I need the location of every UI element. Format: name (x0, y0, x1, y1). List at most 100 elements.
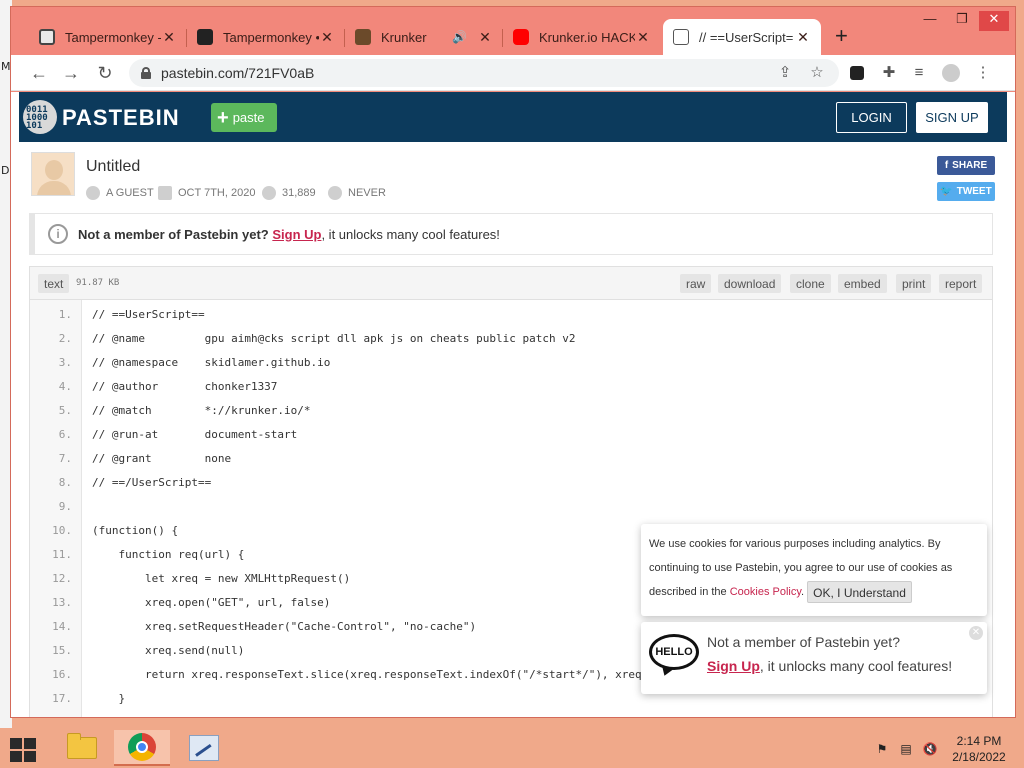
tab-krunker[interactable]: Krunker 🔊 ✕ (345, 19, 503, 55)
address-bar[interactable]: pastebin.com/721FV0aB (129, 59, 839, 87)
cookies-policy-link[interactable]: Cookies Policy (730, 586, 801, 598)
chrome-icon (128, 733, 156, 761)
tampermonkey-dark-icon (197, 29, 213, 45)
twitter-tweet-button[interactable]: 🐦 TWEET (937, 182, 995, 201)
tampermonkey-icon (39, 29, 55, 45)
line-number: 5. (58, 403, 72, 417)
file-explorer-taskbar-button[interactable] (54, 730, 110, 766)
line-number: 7. (58, 451, 72, 465)
taskbar: ⚑ ▤ 🔇 2:14 PM 2/18/2022 (0, 728, 1024, 768)
tab-close-icon[interactable]: ✕ (477, 29, 493, 46)
forward-button[interactable]: → (59, 63, 83, 83)
twitter-icon: 🐦 (940, 186, 953, 197)
popup-signup-link[interactable]: Sign Up (707, 658, 760, 674)
login-button[interactable]: LOGIN (836, 102, 907, 133)
guest-avatar (31, 152, 75, 196)
facebook-share-button[interactable]: f SHARE (937, 156, 995, 175)
pastebin-brand[interactable]: PASTEBIN (62, 105, 180, 131)
folder-icon (67, 733, 97, 759)
minimize-button[interactable]: — (915, 11, 945, 31)
cookie-ok-button[interactable]: OK, I Understand (807, 581, 912, 604)
calendar-icon (158, 186, 172, 200)
line-content: xreq.open("GET", url, false) (92, 595, 331, 609)
reload-button[interactable]: ↻ (93, 63, 117, 83)
syntax-badge[interactable]: text (38, 274, 70, 293)
browser-toolbar: ← → ↻ pastebin.com/721FV0aB ⇪ ☆ ✚ ≡ ⋮ (11, 55, 1015, 91)
line-number: 6. (58, 427, 72, 441)
network-icon[interactable]: ▤ (898, 742, 914, 756)
meta-date: OCT 7TH, 2020 (158, 186, 255, 200)
report-button[interactable]: report (939, 274, 983, 293)
tab-close-icon[interactable]: ✕ (795, 29, 811, 46)
bookmark-star-icon[interactable]: ☆ (807, 63, 827, 83)
chrome-taskbar-button[interactable] (114, 730, 170, 766)
download-button[interactable]: download (718, 274, 782, 293)
tab-youtube[interactable]: Krunker.io HACK ✕ (503, 19, 661, 55)
tab-tampermonkey-2[interactable]: Tampermonkey • ✕ (187, 19, 345, 55)
line-number: 3. (58, 355, 72, 369)
raw-button[interactable]: raw (680, 274, 712, 293)
popup-signup-text: Sign Up, it unlocks many cool features! (707, 658, 953, 674)
pastebin-logo-icon[interactable]: 0011 1000 101 (23, 100, 57, 134)
signup-popup: HELLO Not a member of Pastebin yet? Sign… (641, 622, 987, 694)
system-clock[interactable]: 2:14 PM 2/18/2022 (946, 733, 1012, 765)
line-number: 2. (58, 331, 72, 345)
media-control-icon[interactable]: ≡ (909, 63, 929, 83)
line-content: function req(url) { (92, 547, 245, 561)
new-paste-button[interactable]: + paste (211, 103, 277, 132)
desktop-label: D (1, 164, 10, 177)
code-line: 2. // @name gpu aimh@cks script dll apk j… (30, 326, 994, 350)
signup-button[interactable]: SIGN UP (916, 102, 988, 133)
window-close-button[interactable]: ✕ (979, 11, 1009, 31)
tab-pastebin-active[interactable]: // ==UserScript= ✕ (663, 19, 821, 55)
user-icon (86, 186, 100, 200)
tab-strip: Tampermonkey - ✕ Tampermonkey • ✕ Krunke… (11, 7, 1015, 55)
volume-muted-icon[interactable]: 🔇 (922, 742, 938, 756)
line-content: // @grant none (92, 451, 232, 465)
line-number: 10. (52, 523, 72, 537)
share-page-icon[interactable]: ⇪ (775, 63, 795, 83)
print-button[interactable]: print (896, 274, 932, 293)
line-number: 1. (58, 307, 72, 321)
facebook-icon: f (944, 160, 949, 171)
line-number: 9. (58, 499, 72, 513)
notice-signup-link[interactable]: Sign Up (272, 227, 321, 242)
code-header: text 91.87 KB raw download clone embed p… (30, 267, 992, 300)
browser-menu-icon[interactable]: ⋮ (973, 63, 993, 83)
new-tab-button[interactable]: + (835, 25, 848, 47)
line-number: 12. (52, 571, 72, 585)
pastebin-header: 0011 1000 101 PASTEBIN + paste LOGIN SIG… (19, 92, 1007, 142)
tab-close-icon[interactable]: ✕ (319, 29, 335, 46)
popup-close-icon[interactable]: ✕ (969, 626, 983, 640)
line-content: return xreq.responseText.slice(xreq.resp… (92, 667, 649, 681)
meta-views: 31,889 (262, 186, 316, 200)
tab-close-icon[interactable]: ✕ (161, 29, 177, 46)
line-content: let xreq = new XMLHttpRequest() (92, 571, 351, 585)
code-line: 5. // @match *://krunker.io/* (30, 398, 994, 422)
eye-icon (262, 186, 276, 200)
speaker-icon[interactable]: 🔊 (452, 30, 467, 44)
line-content: (function() { (92, 523, 179, 537)
url-text: pastebin.com/721FV0aB (161, 65, 315, 81)
line-number: 8. (58, 475, 72, 489)
paint-taskbar-button[interactable] (176, 730, 232, 766)
maximize-button[interactable]: ❐ (947, 11, 977, 31)
action-center-flag-icon[interactable]: ⚑ (874, 742, 890, 756)
line-content: // @author chonker1337 (92, 379, 278, 393)
file-size: 91.87 KB (76, 278, 120, 288)
paste-title: Untitled (86, 158, 141, 175)
tampermonkey-extension-icon[interactable] (847, 63, 867, 83)
windows-start-icon[interactable] (6, 736, 40, 762)
youtube-icon (513, 29, 529, 45)
tab-tampermonkey-1[interactable]: Tampermonkey - ✕ (29, 19, 187, 55)
back-button[interactable]: ← (27, 63, 51, 83)
embed-button[interactable]: embed (838, 274, 887, 293)
extensions-puzzle-icon[interactable]: ✚ (879, 63, 899, 83)
meta-author: A GUEST (86, 186, 154, 200)
tab-close-icon[interactable]: ✕ (635, 29, 651, 46)
line-number: 16. (52, 667, 72, 681)
clone-button[interactable]: clone (790, 274, 831, 293)
line-number: 15. (52, 643, 72, 657)
profile-avatar-icon[interactable] (941, 63, 961, 83)
signup-notice: i Not a member of Pastebin yet? Sign Up,… (29, 213, 993, 255)
